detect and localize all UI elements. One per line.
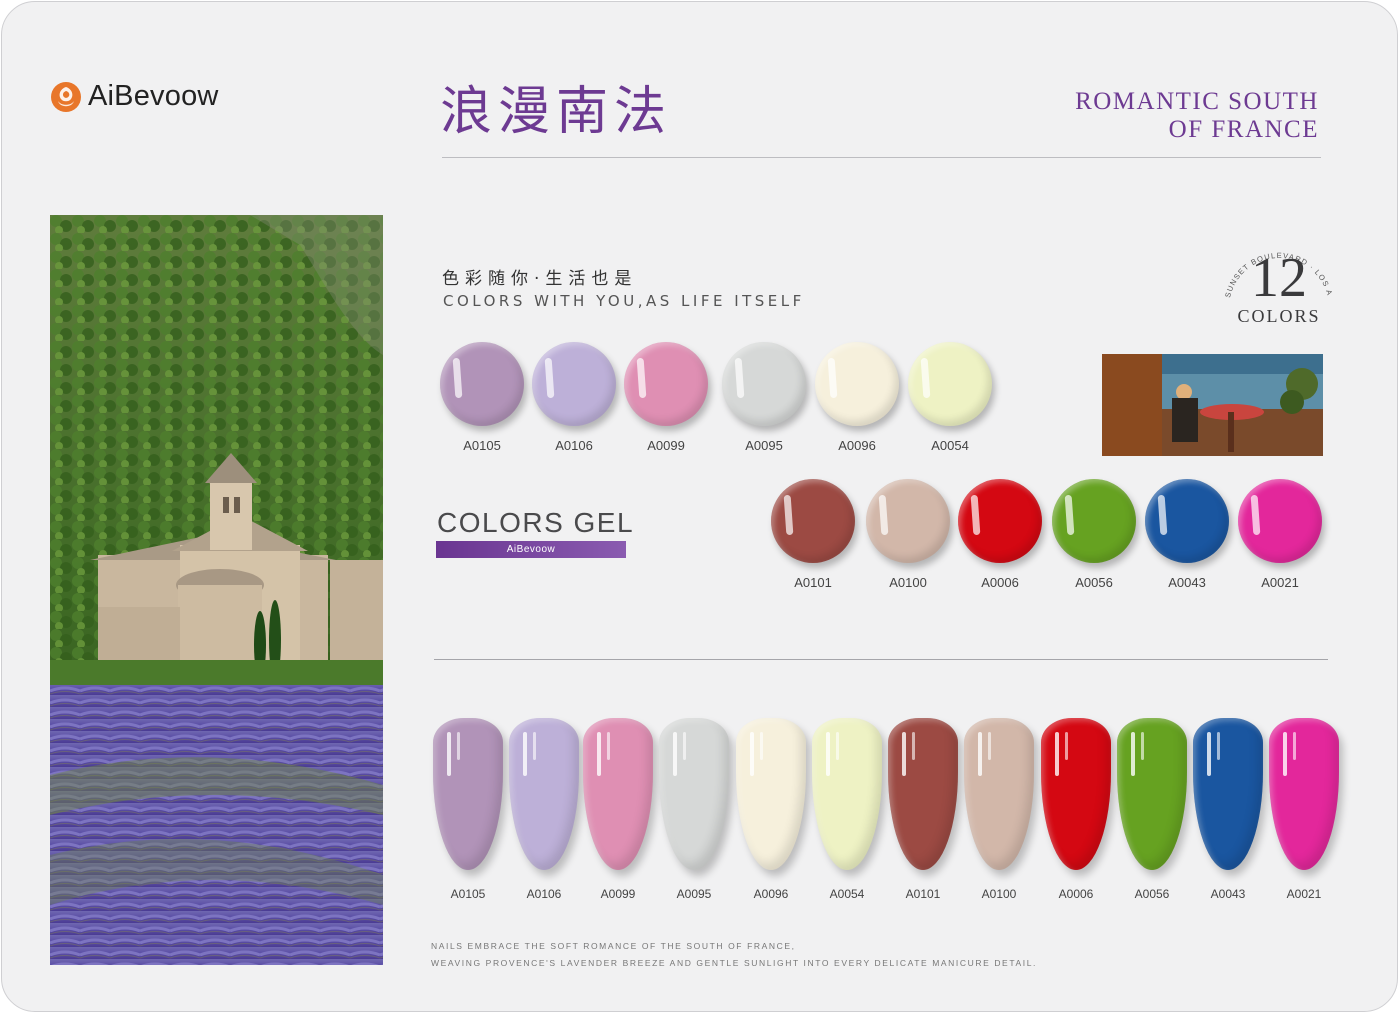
- swatch-dot: [1238, 479, 1322, 563]
- footer-line2: WEAVING PROVENCE'S LAVENDER BREEZE AND G…: [431, 958, 1038, 968]
- nail-code: A0054: [829, 887, 865, 901]
- rose-icon: [51, 81, 81, 112]
- swatch-a0101: A0101: [771, 479, 855, 590]
- title-en-line1: ROMANTIC SOUTH: [1075, 88, 1319, 115]
- swatch-code: A0054: [931, 438, 969, 453]
- colors-gel-bar: AiBevoow: [436, 541, 626, 558]
- slogan-cn: 色彩随你·生活也是: [442, 269, 638, 289]
- nail-swatch-a0095: A0095: [658, 718, 730, 901]
- nail-tip: [1269, 718, 1339, 870]
- nail-tip: [1193, 718, 1263, 870]
- nail-tip: [433, 718, 503, 870]
- nail-code: A0095: [676, 887, 712, 901]
- swatch-dot: [908, 342, 992, 426]
- nail-swatch-a0021: A0021: [1268, 718, 1340, 901]
- swatch-code: A0056: [1075, 575, 1113, 590]
- swatch-a0006: A0006: [958, 479, 1042, 590]
- footer-line1: NAILS EMBRACE THE SOFT ROMANCE OF THE SO…: [431, 941, 796, 951]
- swatch-a0099: A0099: [624, 342, 708, 453]
- swatch-code: A0106: [555, 438, 593, 453]
- swatch-dot: [440, 342, 524, 426]
- nail-tip: [659, 718, 729, 870]
- badge-number: 12: [1251, 247, 1307, 309]
- swatch-a0054: A0054: [908, 342, 992, 453]
- section-divider: [434, 659, 1328, 660]
- nail-tip: [509, 718, 579, 870]
- nail-swatch-a0105: A0105: [432, 718, 504, 901]
- header-divider: [442, 157, 1321, 158]
- nail-code: A0043: [1210, 887, 1246, 901]
- swatch-code: A0043: [1168, 575, 1206, 590]
- colors-count-badge: SUNSET BOULEVARD · LOS ANGELES 12 COLORS: [1216, 229, 1338, 328]
- page-title-cn: 浪漫南法: [440, 82, 673, 142]
- nail-swatch-a0099: A0099: [582, 718, 654, 901]
- swatch-code: A0096: [838, 438, 876, 453]
- swatch-dot: [1052, 479, 1136, 563]
- nail-swatch-a0056: A0056: [1116, 718, 1188, 901]
- page-title-en: ROMANTIC SOUTH OF FRANCE: [1075, 88, 1319, 144]
- swatch-dot: [532, 342, 616, 426]
- swatch-code: A0006: [981, 575, 1019, 590]
- swatch-a0095: A0095: [722, 342, 806, 453]
- nail-tip: [1117, 718, 1187, 870]
- nail-tip: [812, 718, 882, 870]
- swatch-dot: [866, 479, 950, 563]
- nail-code: A0006: [1058, 887, 1094, 901]
- swatch-code: A0105: [463, 438, 501, 453]
- swatch-a0056: A0056: [1052, 479, 1136, 590]
- swatch-dot: [771, 479, 855, 563]
- nail-tip: [583, 718, 653, 870]
- swatch-a0096: A0096: [815, 342, 899, 453]
- nail-tip: [964, 718, 1034, 870]
- nail-code: A0100: [981, 887, 1017, 901]
- nail-swatch-a0100: A0100: [963, 718, 1035, 901]
- swatch-code: A0100: [889, 575, 927, 590]
- nail-tip: [1041, 718, 1111, 870]
- nail-swatch-a0043: A0043: [1192, 718, 1264, 901]
- badge-word: COLORS: [1237, 306, 1321, 326]
- swatch-dot: [958, 479, 1042, 563]
- nail-code: A0056: [1134, 887, 1170, 901]
- swatch-a0105: A0105: [440, 342, 524, 453]
- slogan-en: COLORS WITH YOU,AS LIFE ITSELF: [443, 292, 805, 310]
- brand-name: AiBevoow: [88, 80, 219, 112]
- nail-tip: [736, 718, 806, 870]
- title-en-line2: OF FRANCE: [1168, 116, 1319, 143]
- terrace-photo: [1102, 354, 1323, 456]
- swatch-code: A0099: [647, 438, 685, 453]
- swatch-a0043: A0043: [1145, 479, 1229, 590]
- catalog-card: AiBevoow 浪漫南法 ROMANTIC SOUTH OF FRANCE 色…: [1, 1, 1398, 1012]
- footer-tagline: NAILS EMBRACE THE SOFT ROMANCE OF THE SO…: [431, 938, 1037, 972]
- swatch-dot: [722, 342, 806, 426]
- nail-code: A0021: [1286, 887, 1322, 901]
- swatch-code: A0021: [1261, 575, 1299, 590]
- nail-code: A0106: [526, 887, 562, 901]
- nail-swatch-a0106: A0106: [508, 718, 580, 901]
- swatch-dot: [624, 342, 708, 426]
- nail-code: A0099: [600, 887, 636, 901]
- swatch-dot: [815, 342, 899, 426]
- nail-tip: [888, 718, 958, 870]
- swatch-dot: [1145, 479, 1229, 563]
- nail-swatch-a0054: A0054: [811, 718, 883, 901]
- swatch-a0021: A0021: [1238, 479, 1322, 590]
- nail-code: A0101: [905, 887, 941, 901]
- swatch-code: A0101: [794, 575, 832, 590]
- swatch-code: A0095: [745, 438, 783, 453]
- nail-code: A0105: [450, 887, 486, 901]
- swatch-a0100: A0100: [866, 479, 950, 590]
- nail-swatch-a0006: A0006: [1040, 718, 1112, 901]
- brand-logo: AiBevoow: [50, 80, 219, 113]
- nail-code: A0096: [753, 887, 789, 901]
- colors-gel-title: COLORS GEL: [437, 507, 635, 538]
- nail-swatch-a0101: A0101: [887, 718, 959, 901]
- nail-swatch-a0096: A0096: [735, 718, 807, 901]
- provence-abbey-photo: [50, 215, 383, 965]
- swatch-a0106: A0106: [532, 342, 616, 453]
